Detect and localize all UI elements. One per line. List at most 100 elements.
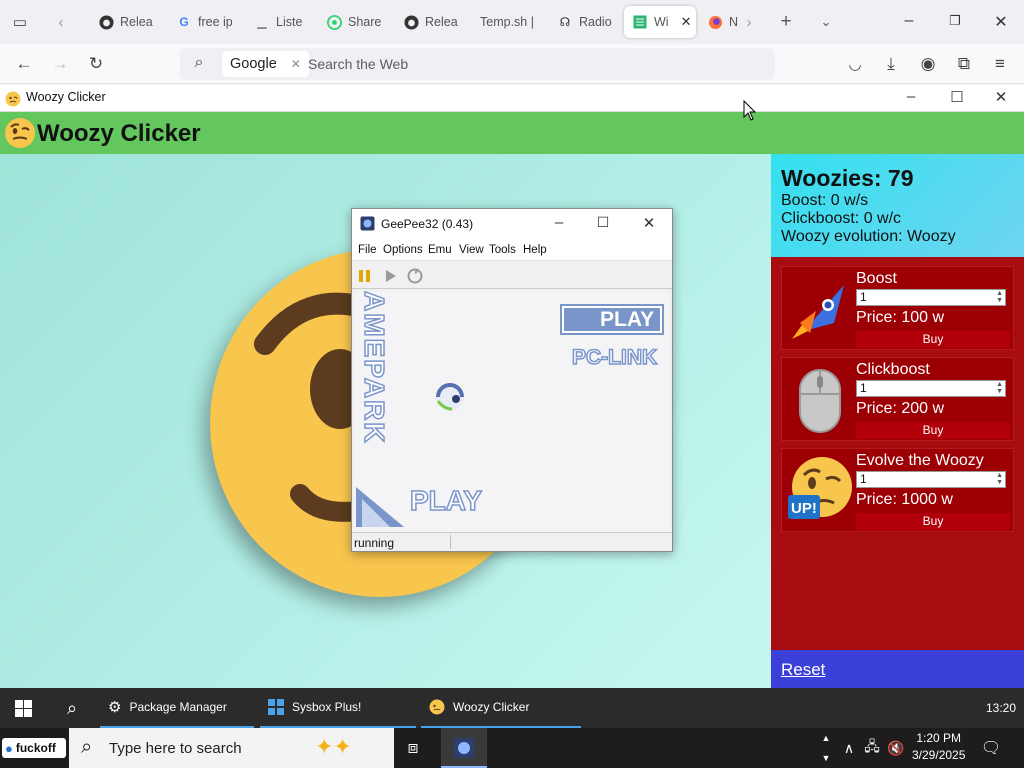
- search-engine-chip[interactable]: Google ✕: [222, 51, 309, 77]
- browser-minimize-icon[interactable]: –: [899, 12, 919, 30]
- system-clock[interactable]: 1:20 PM 3/29/2025: [912, 730, 965, 764]
- browser-restore-icon[interactable]: ❐: [945, 13, 965, 29]
- pause-icon[interactable]: [358, 269, 372, 283]
- taskbar-emulator-app[interactable]: [441, 728, 487, 768]
- tab-label: Share: [348, 15, 382, 29]
- shop-item-name: Clickboost: [856, 361, 930, 378]
- emulator-maximize-icon[interactable]: ☐: [593, 214, 613, 231]
- network-icon[interactable]: 🖧: [861, 737, 883, 759]
- dock-task-sysbox[interactable]: Sysbox Plus!: [260, 688, 416, 728]
- tab-6[interactable]: ☊ Radio: [557, 6, 613, 38]
- extensions-icon[interactable]: ⧉: [953, 53, 975, 75]
- scroll-tabs-left-icon[interactable]: ‹: [50, 11, 72, 33]
- tab-5[interactable]: Temp.sh |: [480, 6, 536, 38]
- github-icon: [98, 14, 114, 30]
- emulator-titlebar: GeePee32 (0.43) – ☐ ✕: [352, 209, 672, 239]
- start-button[interactable]: ● fuckoff: [2, 738, 66, 758]
- tab-1[interactable]: G free ip: [176, 6, 232, 38]
- close-tab-icon[interactable]: ✕: [681, 14, 692, 30]
- github-icon: [403, 14, 419, 30]
- tab-7-active[interactable]: Wi ✕: [624, 6, 696, 38]
- forward-icon[interactable]: →: [49, 53, 71, 75]
- clickboost-quantity-input[interactable]: 1 ▲ ▼: [856, 380, 1006, 397]
- shop-card-clickboost: Clickboost 1 ▲ ▼ Price: 200 w Buy: [781, 357, 1014, 441]
- menu-view[interactable]: View: [459, 244, 484, 256]
- menu-tools[interactable]: Tools: [489, 244, 516, 256]
- gamepark-side-text: AMEPARK G: [354, 291, 391, 445]
- emulator-title: GeePee32 (0.43): [381, 217, 474, 231]
- pclink-text: PC-LINK: [571, 345, 658, 370]
- dock-search-icon[interactable]: ⌕: [61, 697, 83, 719]
- reset-emu-icon[interactable]: [407, 268, 423, 284]
- buy-boost-button[interactable]: Buy: [856, 331, 1010, 348]
- woozy-icon: [5, 91, 21, 107]
- search-icon: ⌕: [194, 54, 204, 71]
- reload-icon[interactable]: ↻: [85, 53, 107, 75]
- tab-4[interactable]: Relea: [403, 6, 459, 38]
- downloads-icon[interactable]: ⤓: [880, 53, 902, 75]
- shop-item-price: Price: 200 w: [856, 400, 945, 417]
- boost-quantity-input[interactable]: 1 ▲ ▼: [856, 289, 1006, 306]
- new-tab-icon[interactable]: +: [775, 11, 797, 33]
- woozy-up-icon: UP!: [788, 457, 852, 519]
- account-icon[interactable]: ◉: [917, 53, 939, 75]
- dock-task-woozy[interactable]: Woozy Clicker: [421, 688, 581, 728]
- menu-icon[interactable]: ≡: [989, 53, 1011, 75]
- play-icon[interactable]: [384, 269, 398, 283]
- emulator-screen[interactable]: AMEPARK G PLAY PC-LINK PLAY: [354, 291, 670, 531]
- dock-task-label: Package Manager: [129, 700, 227, 714]
- menu-file[interactable]: File: [358, 244, 377, 256]
- shop-card-boost: Boost 1 ▲ ▼ Price: 100 w Buy: [781, 266, 1014, 350]
- scroll-tabs-right-icon[interactable]: ›: [738, 11, 760, 33]
- emulator-minimize-icon[interactable]: –: [549, 214, 569, 231]
- taskbar-search-box[interactable]: ⌕ Type here to search ✦✦: [69, 728, 394, 768]
- tab-label: N: [729, 15, 739, 29]
- stepper-icon[interactable]: ▲ ▼: [996, 290, 1003, 304]
- mouse-cursor-icon: [743, 100, 757, 121]
- tab-0[interactable]: Relea: [98, 6, 154, 38]
- emulator-close-icon[interactable]: ✕: [639, 214, 659, 232]
- shop-item-name: Boost: [856, 270, 897, 287]
- emulator-app-icon: [454, 738, 474, 758]
- app-minimize-icon[interactable]: –: [901, 88, 921, 105]
- app-close-icon[interactable]: ✕: [991, 88, 1011, 106]
- tab-label: Liste: [276, 15, 303, 29]
- app-maximize-icon[interactable]: ☐: [947, 88, 967, 106]
- woozy-icon: [429, 699, 445, 715]
- google-icon: G: [179, 15, 189, 29]
- browser-close-icon[interactable]: ✕: [991, 12, 1011, 32]
- url-placeholder[interactable]: Search the Web: [308, 56, 408, 72]
- tab-3[interactable]: Share: [326, 6, 382, 38]
- app-titlebar: Woozy Clicker – ☐ ✕: [0, 85, 1024, 112]
- shop-item-name: Evolve the Woozy: [856, 452, 984, 469]
- reset-bar: Reset: [771, 650, 1024, 688]
- back-icon[interactable]: ←: [13, 53, 35, 75]
- volume-muted-icon[interactable]: 🔇: [885, 737, 907, 759]
- quantity-value: 1: [860, 381, 867, 395]
- woozies-count: Woozies: 79: [781, 165, 914, 191]
- menu-options[interactable]: Options: [383, 244, 423, 256]
- tab-list-icon[interactable]: ▭: [9, 11, 31, 33]
- buy-evolve-button[interactable]: Buy: [856, 513, 1010, 530]
- all-tabs-chevron-icon[interactable]: ⌄: [815, 11, 837, 33]
- tab-2[interactable]: ▁ Liste: [254, 6, 306, 38]
- evolve-quantity-input[interactable]: 1 ▲ ▼: [856, 471, 1006, 488]
- show-hidden-icons-icon[interactable]: ∧: [838, 737, 860, 759]
- stats-box: Woozies: 79 Boost: 0 w/s Clickboost: 0 w…: [771, 154, 1024, 257]
- taskbar-search-placeholder: Type here to search: [109, 740, 242, 757]
- notifications-icon[interactable]: 🗨: [980, 737, 1002, 759]
- dock-task-package-manager[interactable]: ⚙ Package Manager: [100, 688, 254, 728]
- emulator-window: GeePee32 (0.43) – ☐ ✕ File Options Emu V…: [351, 208, 673, 552]
- stepper-icon[interactable]: ▲ ▼: [996, 472, 1003, 486]
- reset-link[interactable]: Reset: [781, 660, 825, 680]
- buy-clickboost-button[interactable]: Buy: [856, 422, 1010, 439]
- browser-tab-bar: ▭ ‹ Relea G free ip ▁ Liste Share Relea …: [0, 0, 1024, 44]
- menu-help[interactable]: Help: [523, 244, 547, 256]
- clear-engine-icon[interactable]: ✕: [291, 57, 301, 71]
- stepper-icon[interactable]: ▲ ▼: [996, 381, 1003, 395]
- start-windows-icon[interactable]: [15, 700, 32, 717]
- pocket-icon[interactable]: ◡: [844, 53, 866, 75]
- task-view-icon[interactable]: ⧈: [402, 737, 424, 759]
- taskbar-scroll-icon[interactable]: ▲ ▼: [818, 728, 834, 768]
- menu-emu[interactable]: Emu: [428, 244, 452, 256]
